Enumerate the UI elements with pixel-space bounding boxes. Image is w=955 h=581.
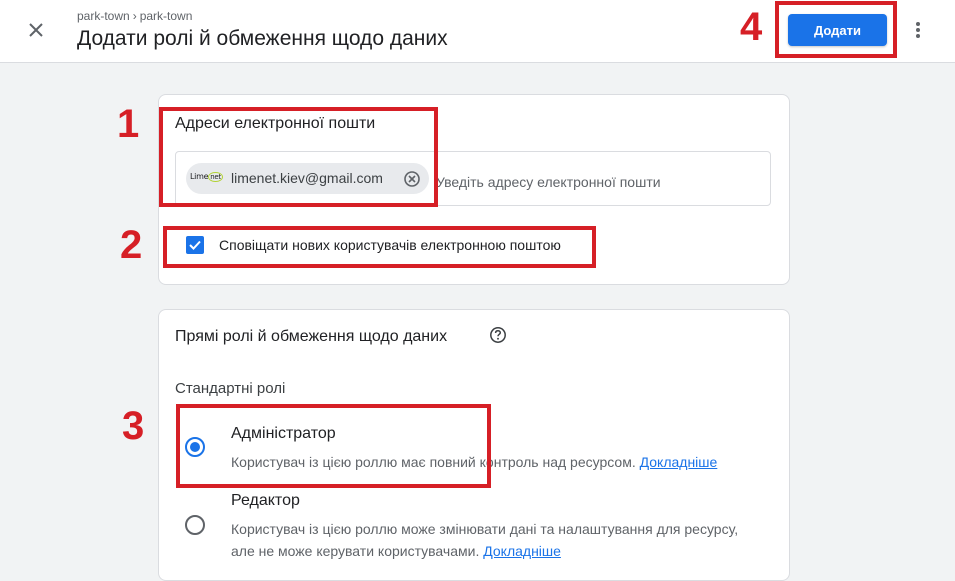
learn-more-link[interactable]: Докладніше	[640, 454, 718, 470]
roles-heading: Прямі ролі й обмеження щодо даних	[175, 328, 448, 345]
role-radio-editor[interactable]	[185, 515, 205, 535]
role-desc-editor: Користувач із цією роллю може змінювати …	[231, 521, 739, 559]
annotation-box-4	[775, 1, 897, 58]
page-title: Додати ролі й обмеження щодо даних	[77, 27, 448, 50]
more-options-button[interactable]	[905, 16, 931, 44]
learn-more-link[interactable]: Докладніше	[483, 543, 561, 559]
email-input[interactable]	[436, 172, 756, 192]
close-button[interactable]	[22, 16, 50, 44]
annotation-box-3	[176, 404, 491, 488]
breadcrumb-separator: ›	[132, 9, 137, 23]
breadcrumb: park-town › park-town	[77, 9, 192, 23]
annotation-number-3: 3	[122, 404, 145, 448]
annotation-number-2: 2	[120, 223, 143, 267]
role-title-editor: Редактор	[231, 492, 300, 509]
annotation-number-1: 1	[117, 102, 140, 146]
help-icon[interactable]	[489, 326, 507, 344]
close-icon	[29, 23, 43, 37]
breadcrumb-property[interactable]: park-town	[140, 9, 193, 23]
standard-roles-label: Стандартні ролі	[175, 380, 286, 397]
annotation-box-1	[159, 107, 438, 207]
annotation-number-4: 4	[740, 5, 763, 49]
annotation-box-2	[163, 226, 596, 268]
breadcrumb-account[interactable]: park-town	[77, 9, 130, 23]
more-vert-icon	[916, 22, 920, 38]
